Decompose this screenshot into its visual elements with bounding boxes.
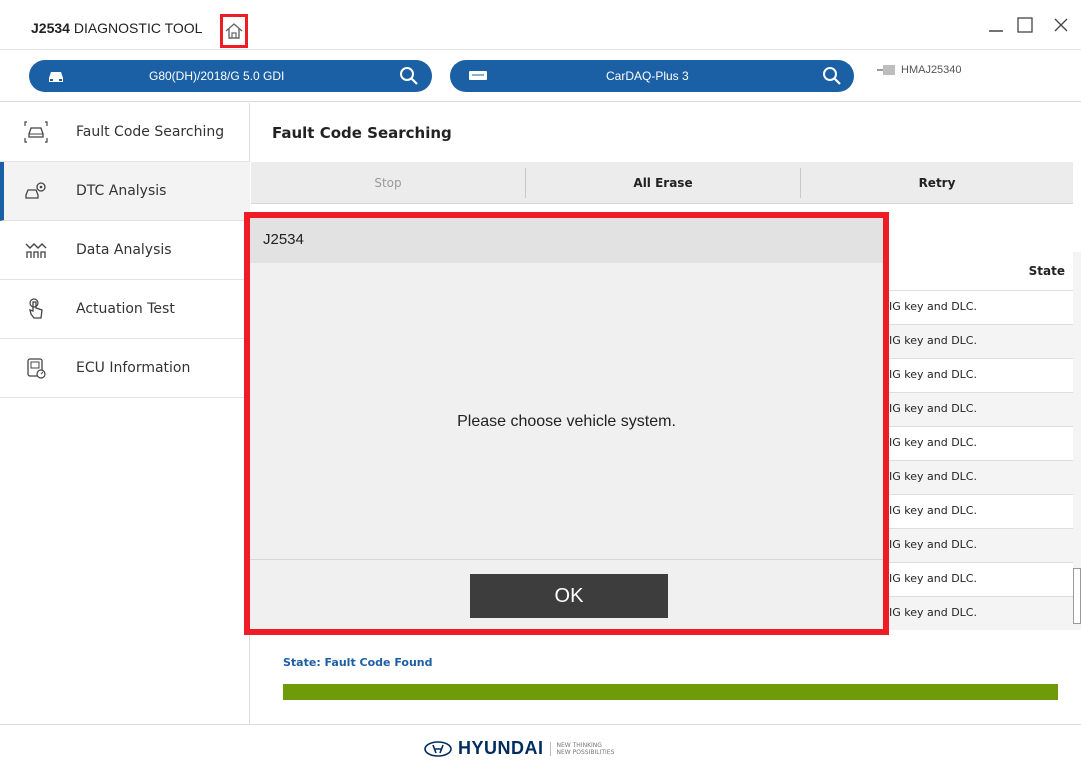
maximize-icon (1017, 17, 1033, 33)
device-id-label: HMAJ25340 (901, 64, 962, 76)
stop-button[interactable]: Stop (251, 162, 525, 204)
sidebar-item-actuation-test[interactable]: Actuation Test (0, 280, 250, 339)
sidebar-item-label: Actuation Test (76, 301, 175, 317)
title-bar: J2534 DIAGNOSTIC TOOL (0, 0, 1081, 50)
page-title: Fault Code Searching (272, 124, 452, 142)
sidebar-item-fault-code-searching[interactable]: Fault Code Searching (0, 103, 250, 162)
action-bar: Stop All Erase Retry (251, 162, 1073, 204)
sidebar-item-label: Data Analysis (76, 242, 172, 258)
home-button[interactable] (220, 14, 248, 48)
footer: HYUNDAI NEW THINKING NEW POSSIBILITIES (0, 724, 1081, 774)
modal-header: J2534 (250, 218, 883, 263)
brand-name: HYUNDAI (458, 738, 544, 758)
modal-dialog: J2534 Please choose vehicle system. OK (244, 212, 889, 635)
sidebar-item-label: ECU Information (76, 360, 191, 376)
device-search-icon[interactable] (822, 66, 842, 86)
maximize-button[interactable] (1014, 14, 1036, 36)
car-icon (49, 72, 63, 82)
device-label: CarDAQ-Plus 3 (606, 69, 689, 83)
waveform-icon (25, 243, 47, 258)
device-icon (469, 71, 487, 80)
device-selector[interactable]: CarDAQ-Plus 3 (450, 60, 854, 92)
sidebar-item-label: DTC Analysis (76, 183, 167, 199)
state-cell: IG key and DLC. (889, 504, 977, 517)
sidebar-item-data-analysis[interactable]: Data Analysis (0, 221, 250, 280)
progress-bar (283, 684, 1058, 700)
close-icon (1054, 18, 1068, 32)
vehicle-search-icon[interactable] (399, 66, 419, 86)
hyundai-emblem-icon (424, 740, 452, 757)
close-button[interactable] (1050, 14, 1072, 36)
sidebar-item-dtc-analysis[interactable]: DTC Analysis (0, 162, 250, 221)
state-cell: IG key and DLC. (889, 300, 977, 313)
minimize-button[interactable] (985, 14, 1007, 36)
state-cell: IG key and DLC. (889, 470, 977, 483)
vehicle-selector[interactable]: G80(DH)/2018/G 5.0 GDI (29, 60, 432, 92)
state-cell: IG key and DLC. (889, 368, 977, 381)
sidebar-item-ecu-information[interactable]: ECU Information (0, 339, 250, 398)
device-id: HMAJ25340 (877, 64, 962, 76)
brand-tagline: NEW THINKING NEW POSSIBILITIES (549, 741, 615, 756)
ok-button[interactable]: OK (470, 574, 668, 618)
sidebar: Fault Code Searching DTC Analysis Data A… (0, 103, 250, 725)
state-cell: IG key and DLC. (889, 436, 977, 449)
modal-title: J2534 (263, 231, 304, 248)
retry-button[interactable]: Retry (801, 162, 1073, 204)
hyundai-logo: HYUNDAI NEW THINKING NEW POSSIBILITIES (424, 738, 614, 759)
state-cell: IG key and DLC. (889, 334, 977, 347)
minimize-icon (989, 30, 1003, 32)
state-cell: IG key and DLC. (889, 572, 977, 585)
selector-bar: G80(DH)/2018/G 5.0 GDI CarDAQ-Plus 3 (0, 50, 1081, 102)
app-title-rest: DIAGNOSTIC TOOL (69, 20, 203, 36)
table-scroll-thumb[interactable] (1073, 568, 1081, 624)
hand-pointer-icon (29, 298, 43, 319)
connector-icon (877, 65, 895, 75)
state-cell: IG key and DLC. (889, 402, 977, 415)
brand-tagline-line1: NEW THINKING (556, 741, 602, 749)
all-erase-button[interactable]: All Erase (526, 162, 800, 204)
state-cell: IG key and DLC. (889, 606, 977, 619)
status-text: State: Fault Code Found (283, 656, 433, 669)
ecu-chip-icon (27, 358, 46, 379)
vehicle-label: G80(DH)/2018/G 5.0 GDI (149, 69, 285, 83)
modal-message: Please choose vehicle system. (457, 413, 676, 430)
app-title: J2534 DIAGNOSTIC TOOL (31, 20, 202, 36)
car-gear-icon (25, 182, 46, 199)
sidebar-item-label: Fault Code Searching (76, 124, 225, 140)
state-cell: IG key and DLC. (889, 538, 977, 551)
app-title-bold: J2534 (31, 20, 70, 36)
car-search-icon (24, 121, 48, 143)
brand-tagline-line2: NEW POSSIBILITIES (556, 748, 615, 756)
home-icon (225, 23, 243, 39)
modal-footer: OK (250, 559, 883, 629)
modal-body: Please choose vehicle system. (250, 263, 883, 559)
state-column-header: State (1028, 264, 1065, 278)
